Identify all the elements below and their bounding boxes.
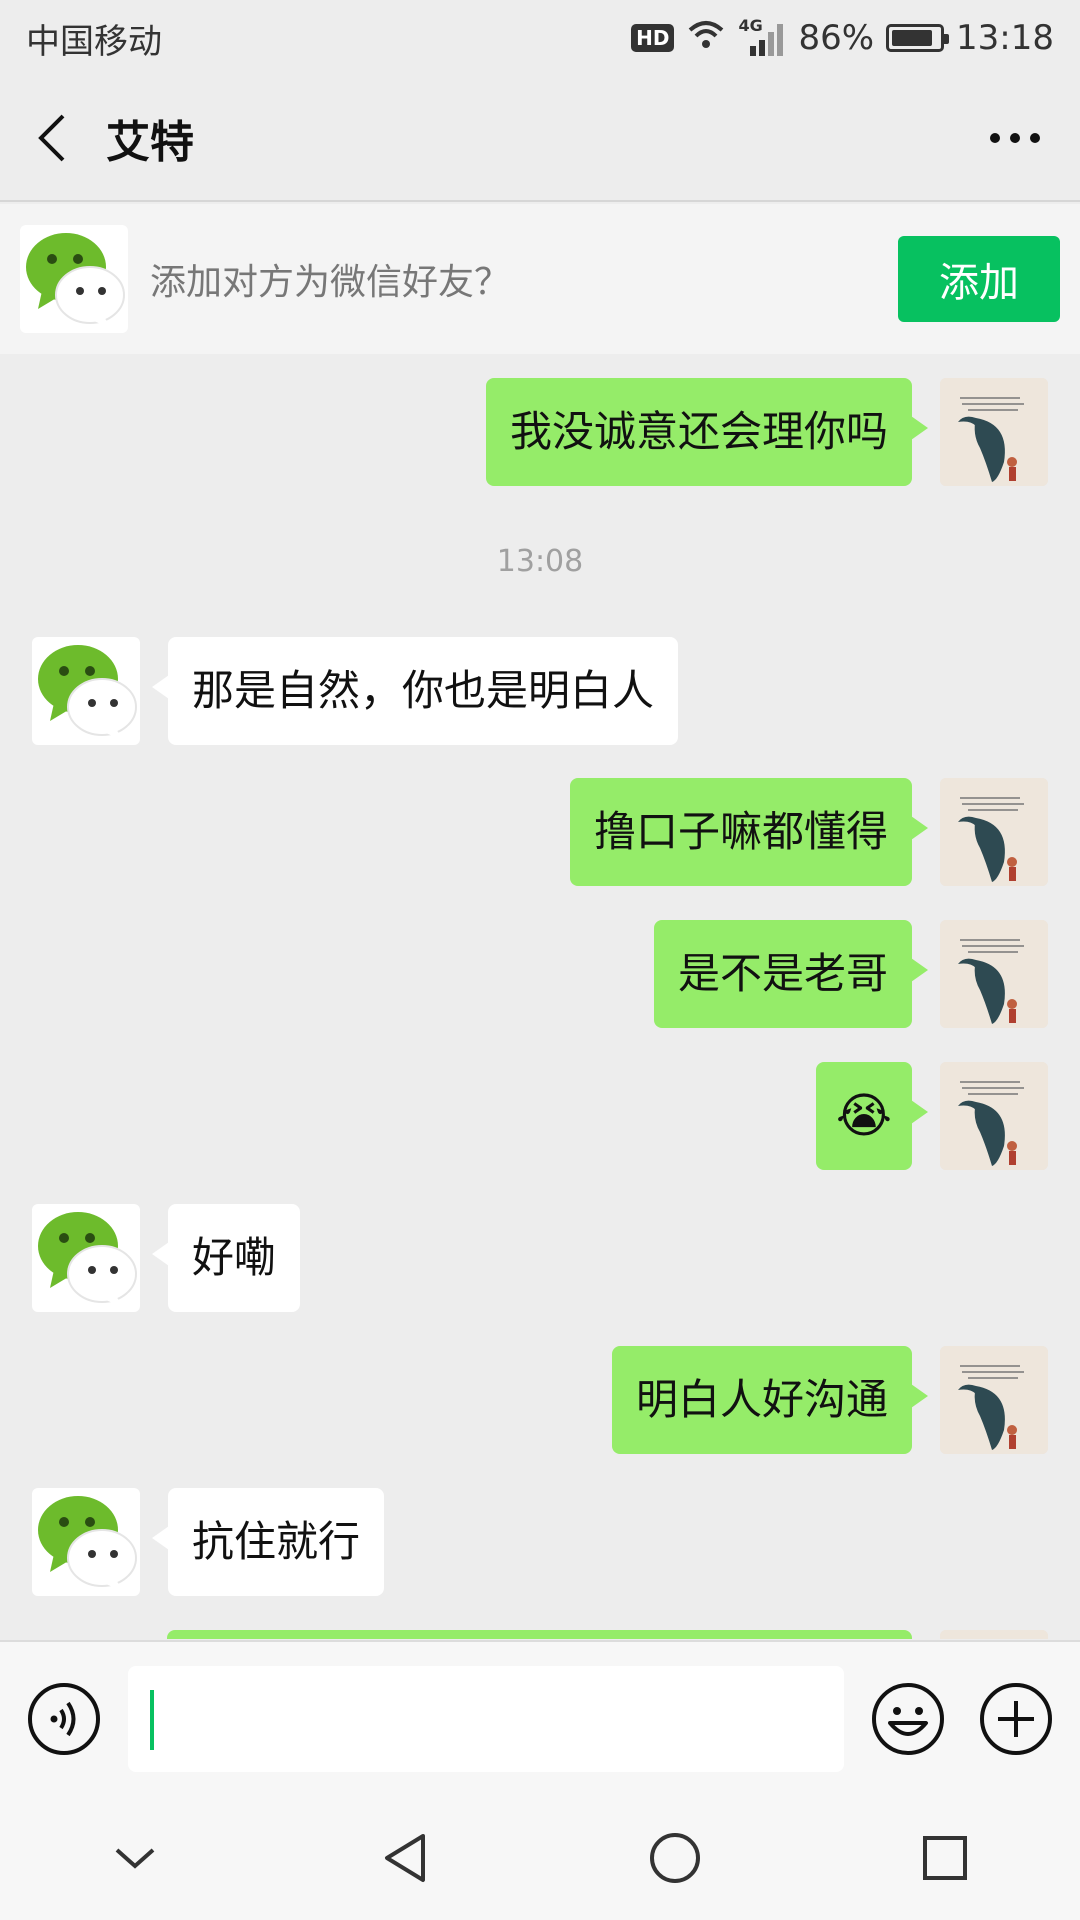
battery-percent: 86%	[798, 18, 875, 58]
message-row: 抗住就行	[0, 1488, 1080, 1596]
page-title: 艾特	[106, 117, 194, 168]
whale-icon	[940, 1630, 1048, 1639]
nav-recent-icon	[923, 1835, 967, 1880]
contact-avatar	[20, 225, 128, 333]
more-dots-icon	[990, 133, 1040, 143]
sent-message-bubble[interactable]: 明白人好沟通	[611, 1346, 929, 1454]
received-message-bubble[interactable]: 抗住就行	[151, 1488, 385, 1596]
emoji-icon	[872, 1682, 944, 1755]
sent-message-bubble[interactable]: 我没诚意还会理你吗	[485, 378, 929, 486]
nav-home-icon	[650, 1832, 700, 1883]
add-friend-prompt: 添加对方为微信好友？	[150, 262, 511, 303]
back-arrow-icon	[38, 114, 65, 162]
whale-icon	[940, 778, 1048, 886]
signal-icon: 4G	[738, 16, 786, 56]
voice-button[interactable]	[24, 1679, 104, 1759]
chat-input-bar	[0, 1640, 1080, 1795]
message-row: 明白人好沟通	[0, 1346, 1080, 1454]
status-bar: 中国移动 HD 4G 86% 13:18	[0, 0, 1080, 76]
whale-icon	[940, 378, 1048, 486]
my-avatar[interactable]	[940, 1062, 1048, 1170]
whale-icon	[940, 1062, 1048, 1170]
nav-back-button[interactable]	[345, 1808, 465, 1908]
hd-icon: HD	[631, 24, 675, 52]
battery-fill	[892, 30, 932, 46]
crying-emoji-icon: 😭	[835, 1088, 892, 1144]
chevron-down-icon	[115, 1848, 155, 1869]
network-type-label: 4G	[738, 16, 763, 35]
sent-message-bubble[interactable]: 撸口子嘛都懂得	[569, 778, 929, 886]
wifi-icon	[686, 18, 726, 59]
whale-icon	[940, 1346, 1048, 1454]
sent-emoji-bubble[interactable]: 😭	[815, 1062, 929, 1170]
my-avatar[interactable]	[940, 1630, 1048, 1639]
sent-message-bubble-partial[interactable]	[167, 1630, 912, 1639]
whale-icon	[940, 920, 1048, 1028]
my-avatar[interactable]	[940, 1346, 1048, 1454]
clock: 13:18	[956, 18, 1054, 58]
message-row: 那是自然，你也是明白人	[0, 637, 1080, 745]
nav-back-icon	[385, 1833, 425, 1882]
message-timestamp: 13:08	[496, 544, 584, 579]
message-row-partial	[0, 1630, 1080, 1639]
contact-avatar[interactable]	[32, 637, 140, 745]
sent-message-bubble[interactable]: 是不是老哥	[653, 920, 929, 1028]
add-friend-button[interactable]: 添加	[898, 236, 1060, 322]
battery-icon	[886, 24, 950, 52]
message-row: 好嘞	[0, 1204, 1080, 1312]
contact-avatar[interactable]	[32, 1204, 140, 1312]
message-row: 我没诚意还会理你吗	[0, 378, 1080, 486]
contact-avatar[interactable]	[32, 1488, 140, 1596]
my-avatar[interactable]	[940, 920, 1048, 1028]
text-caret	[150, 1689, 154, 1750]
carrier-label: 中国移动	[26, 21, 162, 62]
back-button[interactable]	[0, 75, 106, 201]
nav-hide-button[interactable]	[75, 1808, 195, 1908]
add-friend-banner: 添加对方为微信好友？ 添加	[0, 204, 1080, 354]
nav-home-button[interactable]	[615, 1808, 735, 1908]
plus-icon	[980, 1682, 1052, 1755]
chat-header: 艾特	[0, 76, 1080, 202]
system-nav-bar	[0, 1795, 1080, 1920]
message-row: 😭	[0, 1062, 1080, 1170]
nav-recent-button[interactable]	[885, 1808, 1005, 1908]
voice-icon	[28, 1682, 100, 1755]
status-icons: HD 4G 86% 13:18	[631, 16, 1054, 59]
message-input[interactable]	[128, 1665, 844, 1772]
my-avatar[interactable]	[940, 778, 1048, 886]
my-avatar[interactable]	[940, 378, 1048, 486]
plus-button[interactable]	[976, 1679, 1056, 1759]
received-message-bubble[interactable]: 那是自然，你也是明白人	[151, 637, 679, 745]
received-message-bubble[interactable]: 好嘞	[151, 1204, 301, 1312]
more-button[interactable]	[950, 75, 1080, 201]
message-row: 是不是老哥	[0, 920, 1080, 1028]
message-list[interactable]: 我没诚意还会理你吗 13:08 那是自然，你也是明白人 撸口子嘛都懂得 是不是老…	[0, 354, 1080, 1639]
emoji-button[interactable]	[868, 1679, 948, 1759]
message-row: 撸口子嘛都懂得	[0, 778, 1080, 886]
